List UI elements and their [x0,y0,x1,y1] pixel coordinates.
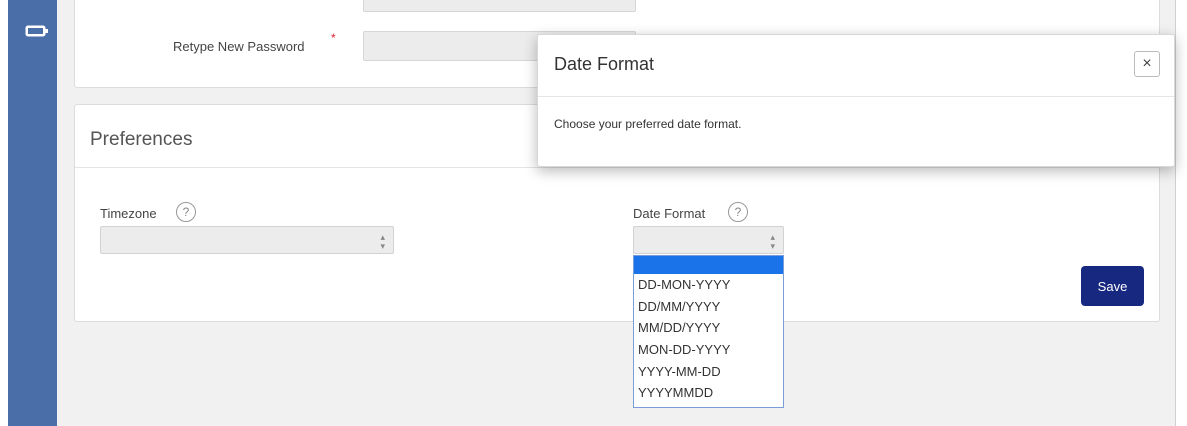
date-format-dropdown: DD-MON-YYYY DD/MM/YYYY MM/DD/YYYY MON-DD… [633,255,784,408]
close-icon[interactable]: × [1134,51,1160,77]
date-format-label: Date Format [633,206,706,221]
dropdown-option[interactable]: YYYY-MM-DD [634,361,783,383]
dropdown-option[interactable] [634,256,783,274]
timezone-select[interactable]: ▴ ▾ [100,226,394,254]
left-edge [0,0,8,426]
timezone-label: Timezone [100,206,157,221]
dropdown-option[interactable]: DD-MON-YYYY [634,274,783,296]
dropdown-option[interactable]: MM/DD/YYYY [634,317,783,339]
modal-body-text: Choose your preferred date format. [554,117,742,131]
modal-header: Date Format × [538,35,1174,97]
right-edge [1175,0,1187,426]
modal-title: Date Format [554,54,655,74]
dropdown-option[interactable]: YYYYMMDD [634,382,783,404]
select-arrows-icon: ▴ ▾ [770,232,775,251]
new-password-field[interactable] [363,0,636,12]
preferences-title: Preferences [90,129,193,150]
battery-icon[interactable] [25,25,49,37]
select-arrows-icon: ▴ ▾ [380,232,385,251]
dropdown-option[interactable]: MON-DD-YYYY [634,339,783,361]
date-format-modal: Date Format × Choose your preferred date… [537,34,1175,167]
date-format-select[interactable]: ▴ ▾ [633,226,784,254]
required-marker: * [331,31,336,45]
timezone-help-icon[interactable]: ? [176,202,196,222]
save-button[interactable]: Save [1081,266,1144,306]
dropdown-option[interactable]: DD/MM/YYYY [634,296,783,318]
retype-password-label: Retype New Password [173,39,305,54]
sidebar [8,0,57,426]
date-format-help-icon[interactable]: ? [728,202,748,222]
